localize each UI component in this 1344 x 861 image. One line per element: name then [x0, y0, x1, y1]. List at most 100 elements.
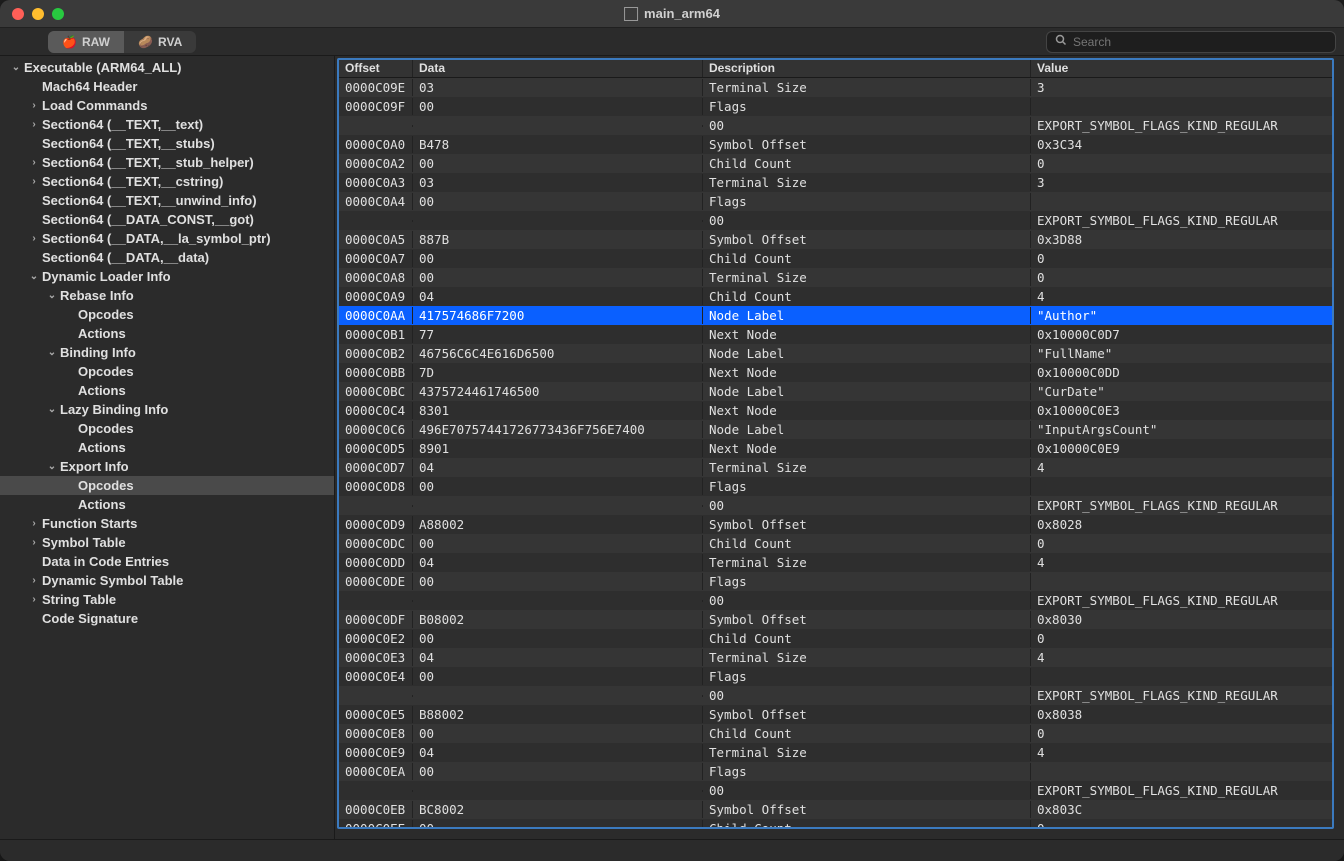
table-row[interactable]: 0000C0D800Flags	[339, 477, 1332, 496]
table-row[interactable]: 0000C0E200Child Count0	[339, 629, 1332, 648]
seg-rva[interactable]: 🥔 RVA	[124, 31, 196, 53]
tree-item[interactable]: ›Symbol Table	[0, 533, 334, 552]
table-row[interactable]: 0000C0E400Flags	[339, 667, 1332, 686]
table-row[interactable]: 0000C0BB7DNext Node0x10000C0DD	[339, 363, 1332, 382]
tree-item[interactable]: Opcodes	[0, 419, 334, 438]
col-data-header[interactable]: Data	[413, 60, 703, 77]
chevron-right-icon[interactable]: ›	[28, 518, 40, 529]
tree-item[interactable]: ⌄Export Info	[0, 457, 334, 476]
tree-item[interactable]: ›String Table	[0, 590, 334, 609]
tree-item[interactable]: ›Section64 (__TEXT,__text)	[0, 115, 334, 134]
table-row[interactable]: 0000C0A800Terminal Size0	[339, 268, 1332, 287]
chevron-right-icon[interactable]: ›	[28, 176, 40, 187]
table-body[interactable]: 0000C09E03Terminal Size30000C09F00Flags0…	[339, 78, 1332, 827]
table-row[interactable]: 00EXPORT_SYMBOL_FLAGS_KIND_REGULAR	[339, 211, 1332, 230]
tree-item[interactable]: Section64 (__DATA_CONST,__got)	[0, 210, 334, 229]
table-row[interactable]: 0000C0A0B478Symbol Offset0x3C34	[339, 135, 1332, 154]
table-row[interactable]: 0000C0E904Terminal Size4	[339, 743, 1332, 762]
tree-item[interactable]: ⌄Dynamic Loader Info	[0, 267, 334, 286]
tree-item[interactable]: ›Load Commands	[0, 96, 334, 115]
tree-item[interactable]: ⌄Rebase Info	[0, 286, 334, 305]
table-row[interactable]: 0000C0E5B88002Symbol Offset0x8038	[339, 705, 1332, 724]
chevron-down-icon[interactable]: ⌄	[28, 271, 40, 282]
structure-tree[interactable]: ⌄Executable (ARM64_ALL) Mach64 Header ›Loa…	[0, 56, 335, 839]
tree-item[interactable]: Actions	[0, 324, 334, 343]
table-row[interactable]: 0000C09F00Flags	[339, 97, 1332, 116]
table-row[interactable]: 00EXPORT_SYMBOL_FLAGS_KIND_REGULAR	[339, 496, 1332, 515]
table-row[interactable]: 0000C0D58901Next Node0x10000C0E9	[339, 439, 1332, 458]
seg-raw[interactable]: 🍎 RAW	[48, 31, 124, 53]
table-row[interactable]: 0000C0A303Terminal Size3	[339, 173, 1332, 192]
table-row[interactable]: 00EXPORT_SYMBOL_FLAGS_KIND_REGULAR	[339, 686, 1332, 705]
tree-item[interactable]: ⌄Executable (ARM64_ALL)	[0, 58, 334, 77]
table-row[interactable]: 0000C0C6496E70757441726773436F756E7400No…	[339, 420, 1332, 439]
close-button[interactable]	[12, 8, 24, 20]
table-row[interactable]: 0000C0B177Next Node0x10000C0D7	[339, 325, 1332, 344]
table-row[interactable]: 0000C0DE00Flags	[339, 572, 1332, 591]
table-row[interactable]: 0000C0A5887BSymbol Offset0x3D88	[339, 230, 1332, 249]
tree-item[interactable]: ›Function Starts	[0, 514, 334, 533]
chevron-down-icon[interactable]: ⌄	[46, 347, 58, 358]
chevron-down-icon[interactable]: ⌄	[10, 62, 22, 73]
chevron-right-icon[interactable]: ›	[28, 119, 40, 130]
tree-item[interactable]: Section64 (__TEXT,__unwind_info)	[0, 191, 334, 210]
table-row[interactable]: 0000C0DD04Terminal Size4	[339, 553, 1332, 572]
col-value-header[interactable]: Value	[1031, 60, 1332, 77]
tree-item[interactable]: ›Dynamic Symbol Table	[0, 571, 334, 590]
tree-item[interactable]: Code Signature	[0, 609, 334, 628]
table-row[interactable]: 00EXPORT_SYMBOL_FLAGS_KIND_REGULAR	[339, 116, 1332, 135]
tree-item[interactable]: Actions	[0, 381, 334, 400]
table-row[interactable]: 0000C09E03Terminal Size3	[339, 78, 1332, 97]
chevron-down-icon[interactable]: ⌄	[46, 461, 58, 472]
table-row[interactable]: 0000C0DFB08002Symbol Offset0x8030	[339, 610, 1332, 629]
search-input[interactable]	[1073, 35, 1327, 49]
col-description-header[interactable]: Description	[703, 60, 1031, 77]
tree-item[interactable]: ›Section64 (__TEXT,__stub_helper)	[0, 153, 334, 172]
table-row[interactable]: 0000C0BC4375724461746500Node Label"CurDa…	[339, 382, 1332, 401]
chevron-right-icon[interactable]: ›	[28, 575, 40, 586]
table-row[interactable]: 0000C0EE00Child Count0	[339, 819, 1332, 827]
table-row[interactable]: 0000C0D9A88002Symbol Offset0x8028	[339, 515, 1332, 534]
chevron-right-icon[interactable]: ›	[28, 594, 40, 605]
maximize-button[interactable]	[52, 8, 64, 20]
tree-item[interactable]: Section64 (__TEXT,__stubs)	[0, 134, 334, 153]
tree-item[interactable]: ›Section64 (__DATA,__la_symbol_ptr)	[0, 229, 334, 248]
chevron-down-icon[interactable]: ⌄	[46, 404, 58, 415]
tree-item[interactable]: ›Section64 (__TEXT,__cstring)	[0, 172, 334, 191]
tree-item[interactable]: Data in Code Entries	[0, 552, 334, 571]
chevron-down-icon[interactable]: ⌄	[46, 290, 58, 301]
table-row[interactable]: 0000C0A200Child Count0	[339, 154, 1332, 173]
table-row[interactable]: 0000C0AA417574686F7200Node Label"Author"	[339, 306, 1332, 325]
tree-item[interactable]: Opcodes	[0, 476, 334, 495]
table-row[interactable]: 0000C0EBBC8002Symbol Offset0x803C	[339, 800, 1332, 819]
tree-item[interactable]: Section64 (__DATA,__data)	[0, 248, 334, 267]
chevron-right-icon[interactable]: ›	[28, 233, 40, 244]
search-box[interactable]	[1046, 31, 1336, 53]
table-row[interactable]: 0000C0B246756C6C4E616D6500Node Label"Ful…	[339, 344, 1332, 363]
table-row[interactable]: 0000C0D704Terminal Size4	[339, 458, 1332, 477]
table-row[interactable]: 0000C0C48301Next Node0x10000C0E3	[339, 401, 1332, 420]
table-row[interactable]: 00EXPORT_SYMBOL_FLAGS_KIND_REGULAR	[339, 781, 1332, 800]
table-row[interactable]: 00EXPORT_SYMBOL_FLAGS_KIND_REGULAR	[339, 591, 1332, 610]
chevron-right-icon[interactable]: ›	[28, 157, 40, 168]
table-row[interactable]: 0000C0E304Terminal Size4	[339, 648, 1332, 667]
cell-value: 0	[1031, 535, 1332, 552]
tree-item[interactable]: Opcodes	[0, 305, 334, 324]
col-offset-header[interactable]: Offset	[339, 60, 413, 77]
tree-item[interactable]: Mach64 Header	[0, 77, 334, 96]
tree-item[interactable]: ⌄Lazy Binding Info	[0, 400, 334, 419]
table-row[interactable]: 0000C0A400Flags	[339, 192, 1332, 211]
tree-item-label: Mach64 Header	[42, 79, 137, 94]
table-row[interactable]: 0000C0A700Child Count0	[339, 249, 1332, 268]
tree-item[interactable]: Actions	[0, 495, 334, 514]
table-row[interactable]: 0000C0A904Child Count4	[339, 287, 1332, 306]
chevron-right-icon[interactable]: ›	[28, 537, 40, 548]
tree-item[interactable]: ⌄Binding Info	[0, 343, 334, 362]
chevron-right-icon[interactable]: ›	[28, 100, 40, 111]
tree-item[interactable]: Actions	[0, 438, 334, 457]
table-row[interactable]: 0000C0EA00Flags	[339, 762, 1332, 781]
table-row[interactable]: 0000C0E800Child Count0	[339, 724, 1332, 743]
minimize-button[interactable]	[32, 8, 44, 20]
table-row[interactable]: 0000C0DC00Child Count0	[339, 534, 1332, 553]
tree-item[interactable]: Opcodes	[0, 362, 334, 381]
